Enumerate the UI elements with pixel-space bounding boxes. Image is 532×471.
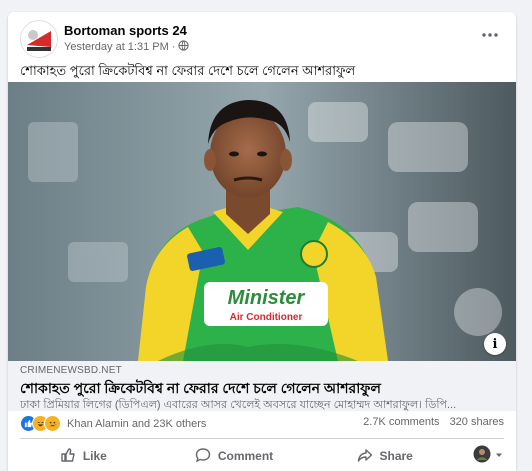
sad-reaction-icon	[44, 415, 61, 432]
comment-button[interactable]: Comment	[159, 447, 310, 466]
sponsor-logo-line1: Minister	[228, 287, 306, 309]
post-image[interactable]: Minister Air Conditioner i	[8, 82, 516, 361]
share-as-selector[interactable]	[460, 445, 516, 468]
post-timestamp[interactable]: Yesterday at 1:31 PM	[64, 41, 169, 53]
share-arrow-icon	[357, 447, 373, 466]
post-card: Bortoman sports 24 Yesterday at 1:31 PM …	[8, 12, 516, 471]
cricketer-photo: Minister Air Conditioner	[8, 82, 516, 361]
link-domain: CRIMENEWSBD.NET	[20, 365, 122, 376]
like-label: Like	[82, 449, 107, 463]
link-description: ঢাকা প্রিমিয়ার লিগের (ডিপিএল) এবারের আস…	[20, 399, 457, 411]
post-actions: Like Comment Share	[8, 442, 516, 470]
comment-bubble-icon	[195, 447, 211, 466]
sponsor-logo-line2: Air Conditioner	[230, 312, 303, 323]
shares-count[interactable]: 320 shares	[450, 416, 504, 428]
profile-thumbnail-icon	[473, 445, 491, 468]
post-caption: শোকাহত পুরো ক্রিকেটবিশ্ব না ফেরার দেশে চ…	[20, 63, 356, 78]
comments-count[interactable]: 2.7K comments	[363, 416, 439, 428]
engagement-counts: 2.7K comments 320 shares	[363, 416, 504, 428]
globe-icon	[178, 40, 190, 54]
link-preview[interactable]: CRIMENEWSBD.NET শোকাহত পুরো ক্রিকেটবিশ্ব…	[8, 361, 516, 411]
chevron-down-icon	[494, 447, 504, 465]
reactions-summary[interactable]: Khan Alamin and 23K others	[20, 415, 206, 432]
actions-divider	[20, 438, 504, 439]
share-button[interactable]: Share	[309, 447, 460, 466]
reactors-text[interactable]: Khan Alamin and 23K others	[67, 418, 206, 430]
post-meta: Yesterday at 1:31 PM ·	[64, 40, 190, 54]
comment-label: Comment	[217, 449, 274, 463]
page-name[interactable]: Bortoman sports 24	[64, 23, 187, 38]
meta-separator: ·	[171, 41, 176, 53]
page-avatar[interactable]	[20, 20, 58, 58]
thumbs-up-icon	[60, 447, 76, 466]
more-options-icon[interactable]	[478, 26, 502, 44]
info-icon[interactable]: i	[484, 333, 506, 355]
share-label: Share	[379, 449, 413, 463]
like-button[interactable]: Like	[8, 447, 159, 466]
